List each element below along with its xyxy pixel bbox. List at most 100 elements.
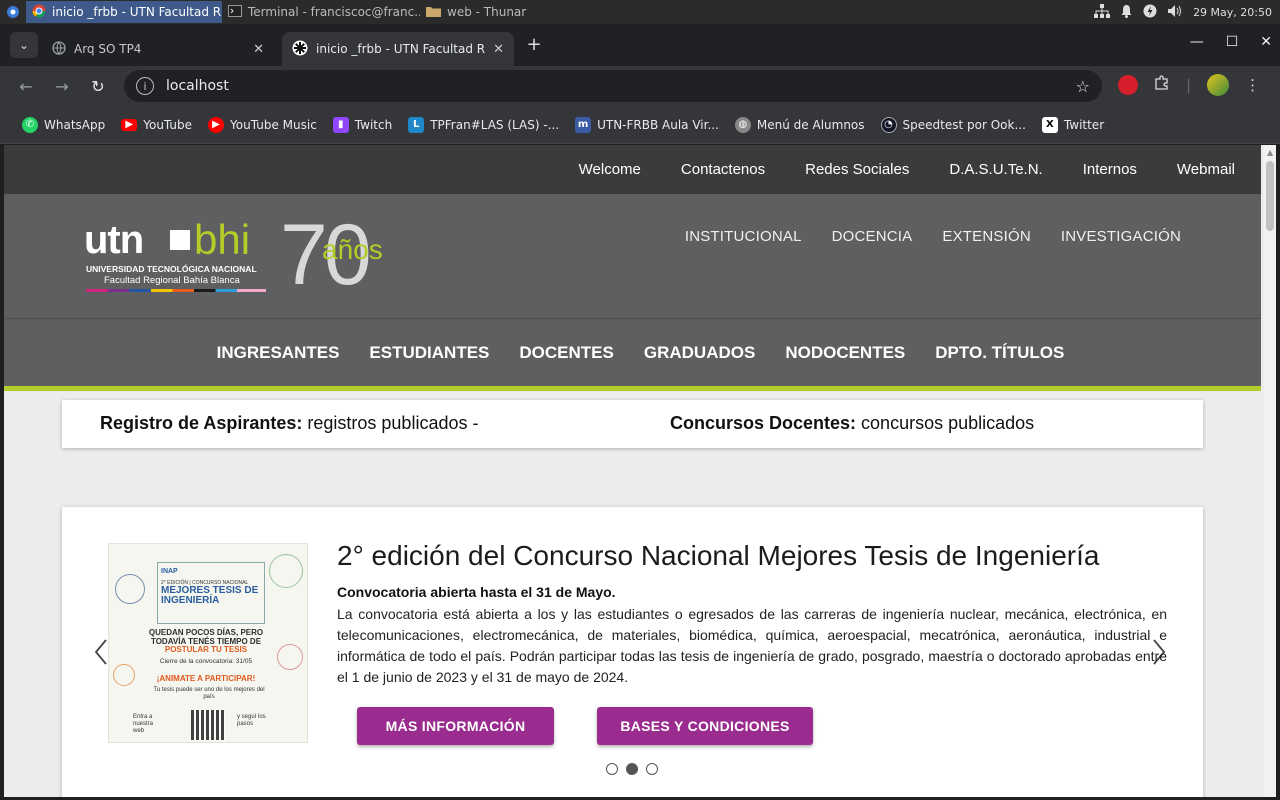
address-text[interactable]: localhost — [166, 78, 229, 94]
nav-dpto-titulos[interactable]: DPTO. TÍTULOS — [935, 343, 1064, 363]
taskbar-task-chrome[interactable]: inicio _frbb - UTN Facultad R... — [26, 1, 222, 23]
topnav-redes-sociales[interactable]: Redes Sociales — [805, 161, 909, 178]
nav-estudiantes[interactable]: ESTUDIANTES — [369, 343, 489, 363]
bookmarks-bar: ✆ WhatsApp ▶ YouTube ▶ YouTube Music ▮ T… — [0, 106, 1280, 144]
window-controls: — ☐ ✕ — [1190, 34, 1272, 50]
menu-institucional[interactable]: INSTITUCIONAL — [685, 228, 802, 245]
mas-informacion-button[interactable]: MÁS INFORMACIÓN — [357, 707, 554, 745]
doodle-decoration — [115, 574, 145, 604]
logo-anos: años — [322, 234, 383, 265]
notice-concursos-text[interactable]: concursos publicados — [856, 413, 1034, 433]
topnav-contactenos[interactable]: Contactenos — [681, 161, 765, 178]
taskbar-task-terminal[interactable]: Terminal - franciscoc@franc... — [222, 1, 420, 23]
tab-utn-frbb[interactable]: inicio _frbb - UTN Facultad Re ✕ — [282, 32, 514, 66]
bookmark-youtube[interactable]: ▶ YouTube — [113, 118, 200, 132]
bookmark-star-icon[interactable]: ☆ — [1076, 77, 1090, 96]
top-utility-nav: Welcome Contactenos Redes Sociales D.A.S… — [4, 145, 1261, 194]
topnav-webmail[interactable]: Webmail — [1177, 161, 1235, 178]
carousel-indicators — [606, 763, 658, 775]
bookmark-twitter[interactable]: X Twitter — [1034, 116, 1112, 133]
nav-docentes[interactable]: DOCENTES — [519, 343, 613, 363]
globe-icon: ◍ — [734, 116, 751, 133]
close-icon[interactable]: ✕ — [253, 42, 264, 57]
power-icon[interactable] — [1143, 4, 1157, 21]
bases-condiciones-button[interactable]: BASES Y CONDICIONES — [597, 707, 813, 745]
bookmark-label: UTN-FRBB Aula Vir... — [597, 117, 719, 132]
minimize-icon[interactable]: — — [1190, 34, 1204, 50]
carousel-dot-active[interactable] — [626, 763, 638, 775]
topnav-internos[interactable]: Internos — [1083, 161, 1137, 178]
bookmark-label: Menú de Alumnos — [756, 117, 865, 132]
tab-strip: ⌄ Arq SO TP4 ✕ inicio _frbb - UTN Facult… — [0, 24, 1280, 66]
utn-bhi-70-logo[interactable]: utn bhi UNIVERSIDAD TECNOLÓGICA NACIONAL… — [84, 207, 414, 303]
bookmark-youtube-music[interactable]: ▶ YouTube Music — [200, 116, 325, 133]
close-window-icon[interactable]: ✕ — [1260, 34, 1272, 50]
reload-icon[interactable]: ↻ — [80, 77, 116, 96]
bookmark-label: Twitch — [354, 117, 393, 132]
forward-icon[interactable]: → — [44, 77, 80, 96]
bookmark-las[interactable]: L TPFran#LAS (LAS) -... — [400, 116, 567, 133]
start-menu-icon[interactable] — [0, 0, 26, 24]
notice-registro[interactable]: Registro de Aspirantes: registros public… — [100, 413, 478, 434]
notice-registro-text[interactable]: registros publicados - — [302, 413, 478, 433]
back-icon[interactable]: ← — [8, 77, 44, 96]
bookmark-aula-virtual[interactable]: m UTN-FRBB Aula Vir... — [567, 116, 727, 133]
clock[interactable]: 29 May, 20:50 — [1193, 6, 1272, 19]
extensions-puzzle-icon[interactable] — [1154, 75, 1170, 95]
youtube-icon: ▶ — [121, 118, 138, 131]
bookmark-speedtest[interactable]: ◔ Speedtest por Ook... — [873, 116, 1034, 133]
carousel-prev-icon[interactable] — [94, 639, 108, 672]
close-icon[interactable]: ✕ — [493, 42, 504, 57]
news-carousel: INAP 2° EDICIÓN | CONCURSO NACIONAL MEJO… — [62, 507, 1203, 797]
site-info-icon[interactable]: i — [136, 77, 154, 95]
slide-poster-image[interactable]: INAP 2° EDICIÓN | CONCURSO NACIONAL MEJO… — [108, 543, 308, 743]
slide-title: 2° edición del Concurso Nacional Mejores… — [337, 540, 1100, 571]
scrollbar-thumb[interactable] — [1266, 161, 1274, 231]
address-bar[interactable]: i localhost ☆ — [124, 70, 1102, 102]
header-menu: INSTITUCIONAL DOCENCIA EXTENSIÓN INVESTI… — [685, 228, 1181, 245]
globe-icon — [52, 40, 66, 58]
page-viewport: Welcome Contactenos Redes Sociales D.A.S… — [4, 145, 1276, 797]
notice-concursos[interactable]: Concursos Docentes: concursos publicados — [670, 413, 1034, 434]
folder-icon — [426, 5, 441, 20]
scroll-up-icon[interactable]: ▲ — [1267, 148, 1273, 157]
poster-animate: ¡ANIMATE A PARTICIPAR! — [156, 674, 256, 683]
page-scrollbar[interactable]: ▲ — [1264, 145, 1276, 797]
bookmark-twitch[interactable]: ▮ Twitch — [325, 116, 400, 133]
volume-icon[interactable] — [1167, 4, 1183, 21]
profile-avatar[interactable] — [1207, 74, 1230, 96]
speedtest-icon: ◔ — [880, 116, 897, 133]
menu-docencia[interactable]: DOCENCIA — [832, 228, 913, 245]
kebab-menu-icon[interactable]: ⋮ — [1245, 76, 1260, 94]
tab-title: Arq SO TP4 — [74, 42, 142, 56]
bookmark-whatsapp[interactable]: ✆ WhatsApp — [14, 116, 113, 133]
terminal-icon — [228, 4, 242, 20]
new-tab-button[interactable]: + — [522, 34, 546, 55]
topnav-welcome[interactable]: Welcome — [579, 161, 641, 178]
nav-nodocentes[interactable]: NODOCENTES — [785, 343, 905, 363]
slide-body: La convocatoria está abierta a los y las… — [337, 606, 1167, 685]
tab-search-button[interactable]: ⌄ — [10, 32, 38, 58]
topnav-dasuten[interactable]: D.A.S.U.Te.N. — [949, 161, 1042, 178]
x-icon: X — [1041, 116, 1058, 133]
tab-arq-so[interactable]: Arq SO TP4 ✕ — [42, 32, 274, 66]
menu-investigacion[interactable]: INVESTIGACIÓN — [1061, 228, 1181, 245]
network-icon[interactable] — [1094, 3, 1111, 21]
nav-ingresantes[interactable]: INGRESANTES — [217, 343, 340, 363]
poster-quedan: QUEDAN POCOS DÍAS, PERO TODAVÍA TENÉS TI… — [148, 628, 264, 646]
notification-bell-icon[interactable] — [1120, 4, 1133, 21]
carousel-dot[interactable] — [646, 763, 658, 775]
adblock-extension-icon[interactable] — [1118, 75, 1138, 95]
carousel-dot[interactable] — [606, 763, 618, 775]
nav-graduados[interactable]: GRADUADOS — [644, 343, 755, 363]
menu-extension[interactable]: EXTENSIÓN — [942, 228, 1030, 245]
notice-bar: Registro de Aspirantes: registros public… — [62, 400, 1203, 448]
utn-favicon-icon — [292, 40, 308, 59]
bookmark-label: Twitter — [1063, 117, 1105, 132]
maximize-icon[interactable]: ☐ — [1226, 34, 1239, 50]
poster-brand: INAP — [161, 568, 178, 575]
bookmark-menu-alumnos[interactable]: ◍ Menú de Alumnos — [727, 116, 873, 133]
taskbar-task-thunar[interactable]: web - Thunar — [420, 1, 560, 23]
doodle-decoration — [269, 554, 303, 588]
poster-title: MEJORES TESIS DE INGENIERÍA — [161, 585, 259, 606]
